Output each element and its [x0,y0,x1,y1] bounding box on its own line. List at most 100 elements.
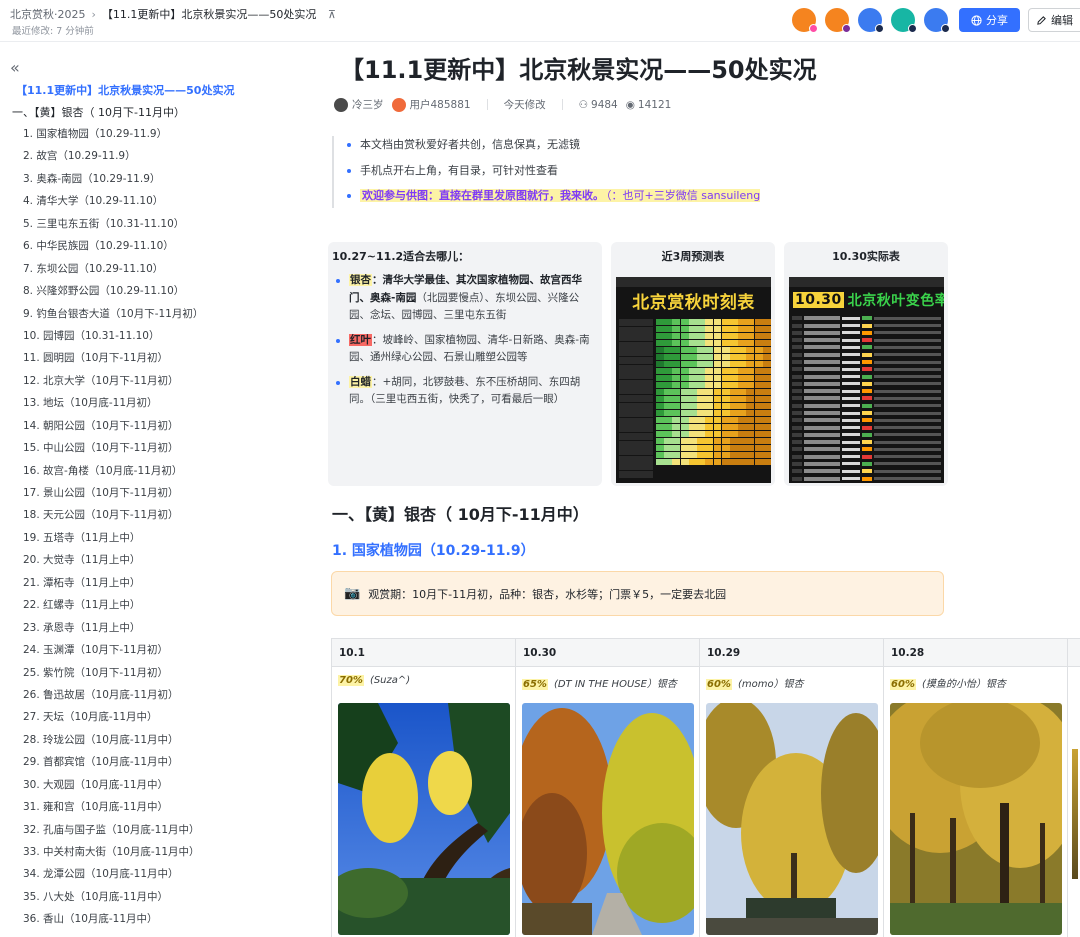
collaborator-avatar[interactable] [825,8,851,33]
toc-item[interactable]: 8. 兴隆郊野公园（10.29-11.10） [23,283,203,305]
toc-section-ginkgo[interactable]: 一、【黄】银杏（ 10月下-11月中） [12,104,185,120]
place-label-bar [619,341,653,349]
heatmap-cell [762,326,771,333]
toc-item[interactable]: 36. 香山（10月底-11月中） [23,911,203,933]
toc-item[interactable]: 18. 天元公园（10月下-11月初） [23,507,203,529]
heatmap-cell [746,382,755,389]
rate-row-segment [874,316,941,320]
rate-row-segment [874,353,941,357]
toc-item[interactable]: 28. 玲珑公园（10月底-11月中） [23,732,203,754]
actual-poster-image[interactable]: 10.30 北京秋叶变色率 [789,277,944,483]
toc-item[interactable]: 7. 东坝公园（10.29-11.10） [23,261,203,283]
heatmap-cell [754,438,763,445]
baila-recommendation: 白蜡：+胡同，北锣鼓巷、东不压桥胡同、东四胡同。（三里屯西五街，快秃了，可看最后… [332,374,598,409]
pin-icon[interactable]: ⊼ [328,8,336,21]
rate-row-segment [842,418,860,422]
forecast-poster-image[interactable]: 北京赏秋时刻表 [616,277,771,483]
toc-item[interactable]: 26. 鲁迅故居（10月底-11月初） [23,687,203,709]
heatmap-cell [746,459,755,466]
breadcrumb-root[interactable]: 北京赏秋·2025 [10,8,86,21]
toc-item[interactable]: 31. 雍和宫（10月底-11月中） [23,799,203,821]
toc-item[interactable]: 25. 紫竹院（10月下-11月初） [23,665,203,687]
heatmap-row [656,459,771,466]
heatmap-cell [729,382,738,389]
toc-item[interactable]: 30. 大观园（10月底-11月中） [23,777,203,799]
edit-label: 编辑 [1051,14,1073,27]
collaborator-avatar[interactable] [858,8,884,33]
heatmap-row [656,375,771,382]
toc-item[interactable]: 11. 圆明园（10月下-11月初） [23,350,203,372]
heatmap-cell [664,438,673,445]
toc-item[interactable]: 27. 天坛（10月底-11月中） [23,709,203,731]
toc-item[interactable]: 32. 孔庙与国子监（10月底-11月中） [23,822,203,844]
toc-item[interactable]: 20. 大觉寺（11月上中） [23,552,203,574]
collapse-sidebar-icon[interactable]: « [10,58,20,77]
toc-item[interactable]: 4. 清华大学（10.29-11.10） [23,193,203,215]
rate-row-segment [842,345,860,349]
column-date[interactable]: 10.28 [884,639,1068,666]
ginkgo-photo[interactable] [890,703,1062,935]
toc-document-title[interactable]: 【11.1更新中】北京秋景实况——50处实况 [16,82,234,98]
ginkgo-photo[interactable] [1072,749,1078,879]
toc-item[interactable]: 22. 红螺寺（11月上中） [23,597,203,619]
heatmap-cell [738,431,747,438]
toc-item[interactable]: 9. 钓鱼台银杏大道（10月下-11月初） [23,306,203,328]
column-date[interactable]: 10.29 [700,639,884,666]
share-button[interactable]: 分享 [959,8,1020,32]
toc-item[interactable]: 15. 中山公园（10月下-11月初） [23,440,203,462]
rate-row-segment [874,447,941,451]
toc-item[interactable]: 24. 玉渊潭（10月下-11月初） [23,642,203,664]
author-avatar[interactable] [334,97,348,112]
collaborator-avatar[interactable] [891,8,917,33]
toc-item[interactable]: 17. 景山公园（10月下-11月初） [23,485,203,507]
edit-button[interactable]: 编辑 [1028,8,1080,32]
toc-item[interactable]: 16. 故宫-角楼（10月底-11月初） [23,463,203,485]
toc-item[interactable]: 34. 龙潭公园（10月底-11月中） [23,866,203,888]
toc-item[interactable]: 12. 北京大学（10月下-11月初） [23,373,203,395]
callout-text: 观赏期：10月下-11月初，品种：银杏，水杉等；门票￥5，一定要去北园 [368,587,727,601]
collaborator-avatar[interactable] [792,8,818,33]
toc-item[interactable]: 29. 首都宾馆（10月底-11月中） [23,754,203,776]
breadcrumb-current[interactable]: 【11.1更新中】北京秋景实况——50处实况 [102,8,317,21]
toc-item[interactable]: 5. 三里屯东五街（10.31-11.10） [23,216,203,238]
rate-row-segment [792,425,802,430]
photo-credit: (Suza^) [369,675,411,686]
rate-row-segment [804,476,840,481]
redleaf-tag: 红叶 [349,333,372,346]
author-name[interactable]: 冷三岁 [352,97,384,112]
heatmap-cell [746,354,755,361]
ginkgo-photo[interactable] [522,703,694,935]
poster-date: 10.30 [793,292,844,308]
column-date[interactable]: 10.1 [332,639,516,666]
heatmap-cell [729,389,738,396]
toc-item[interactable]: 1. 国家植物园（10.29-11.9） [23,126,203,148]
toc-item[interactable]: 10. 园博园（10.31-11.10） [23,328,203,350]
column-date[interactable]: 10.30 [516,639,700,666]
author-name[interactable]: 用户485881 [410,97,471,112]
rate-row-segment [842,455,860,459]
ginkgo-photo[interactable] [706,703,878,935]
toc-item[interactable]: 21. 潭柘寺（11月上中） [23,575,203,597]
toc-item[interactable]: 3. 奥森-南园（10.29-11.9） [23,171,203,193]
heatmap-cell [713,326,722,333]
toc-item[interactable]: 13. 地坛（10月底-11月初） [23,395,203,417]
heatmap-cell [729,340,738,347]
heatmap-cell [680,445,689,452]
toc-item[interactable]: 33. 中关村南大街（10月底-11月中） [23,844,203,866]
subsection-heading-botanical-garden: 1. 国家植物园（10.29-11.9） [332,543,535,559]
heatmap-cell [729,326,738,333]
toc-item[interactable]: 19. 五塔寺（11月上中） [23,530,203,552]
heatmap-cell [664,368,673,375]
toc-item[interactable]: 35. 八大处（10月底-11月中） [23,889,203,911]
author-avatar[interactable] [391,97,406,112]
column-date[interactable] [1068,639,1080,666]
heatmap-cell [680,361,689,368]
toc-item[interactable]: 2. 故宫（10.29-11.9） [23,148,203,170]
toc-item[interactable]: 6. 中华民族园（10.29-11.10） [23,238,203,260]
heatmap-cell [656,424,664,431]
toc-item[interactable]: 14. 朝阳公园（10月下-11月初） [23,418,203,440]
ginkgo-photo[interactable] [338,703,510,935]
collaborator-avatar[interactable] [924,8,950,33]
heatmap-cell [672,382,681,389]
toc-item[interactable]: 23. 承恩寺（11月上中） [23,620,203,642]
